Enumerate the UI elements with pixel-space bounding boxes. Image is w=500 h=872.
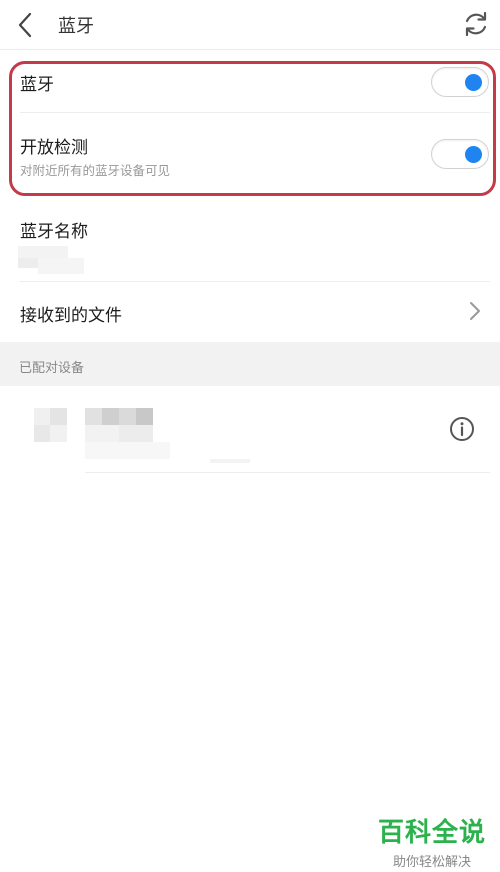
back-arrow-icon[interactable] (10, 9, 42, 41)
app-header: 蓝牙 (0, 0, 500, 50)
info-icon[interactable] (448, 415, 476, 443)
watermark: 百科全说 助你轻松解决 (376, 812, 488, 870)
page-title: 蓝牙 (58, 16, 94, 37)
watermark-subtitle: 助你轻松解决 (392, 855, 471, 870)
divider (85, 472, 490, 473)
highlight-box (9, 61, 496, 196)
paired-section-title: 已配对设备 (19, 361, 85, 376)
paired-section-header: 已配对设备 (0, 342, 500, 386)
device-name-label[interactable]: 蓝牙名称 (20, 217, 88, 242)
divider (20, 281, 490, 282)
received-files-label[interactable]: 接收到的文件 (20, 301, 122, 326)
chevron-right-icon[interactable] (465, 299, 485, 323)
watermark-title: 百科全说 (377, 818, 486, 848)
refresh-icon[interactable] (460, 8, 492, 40)
